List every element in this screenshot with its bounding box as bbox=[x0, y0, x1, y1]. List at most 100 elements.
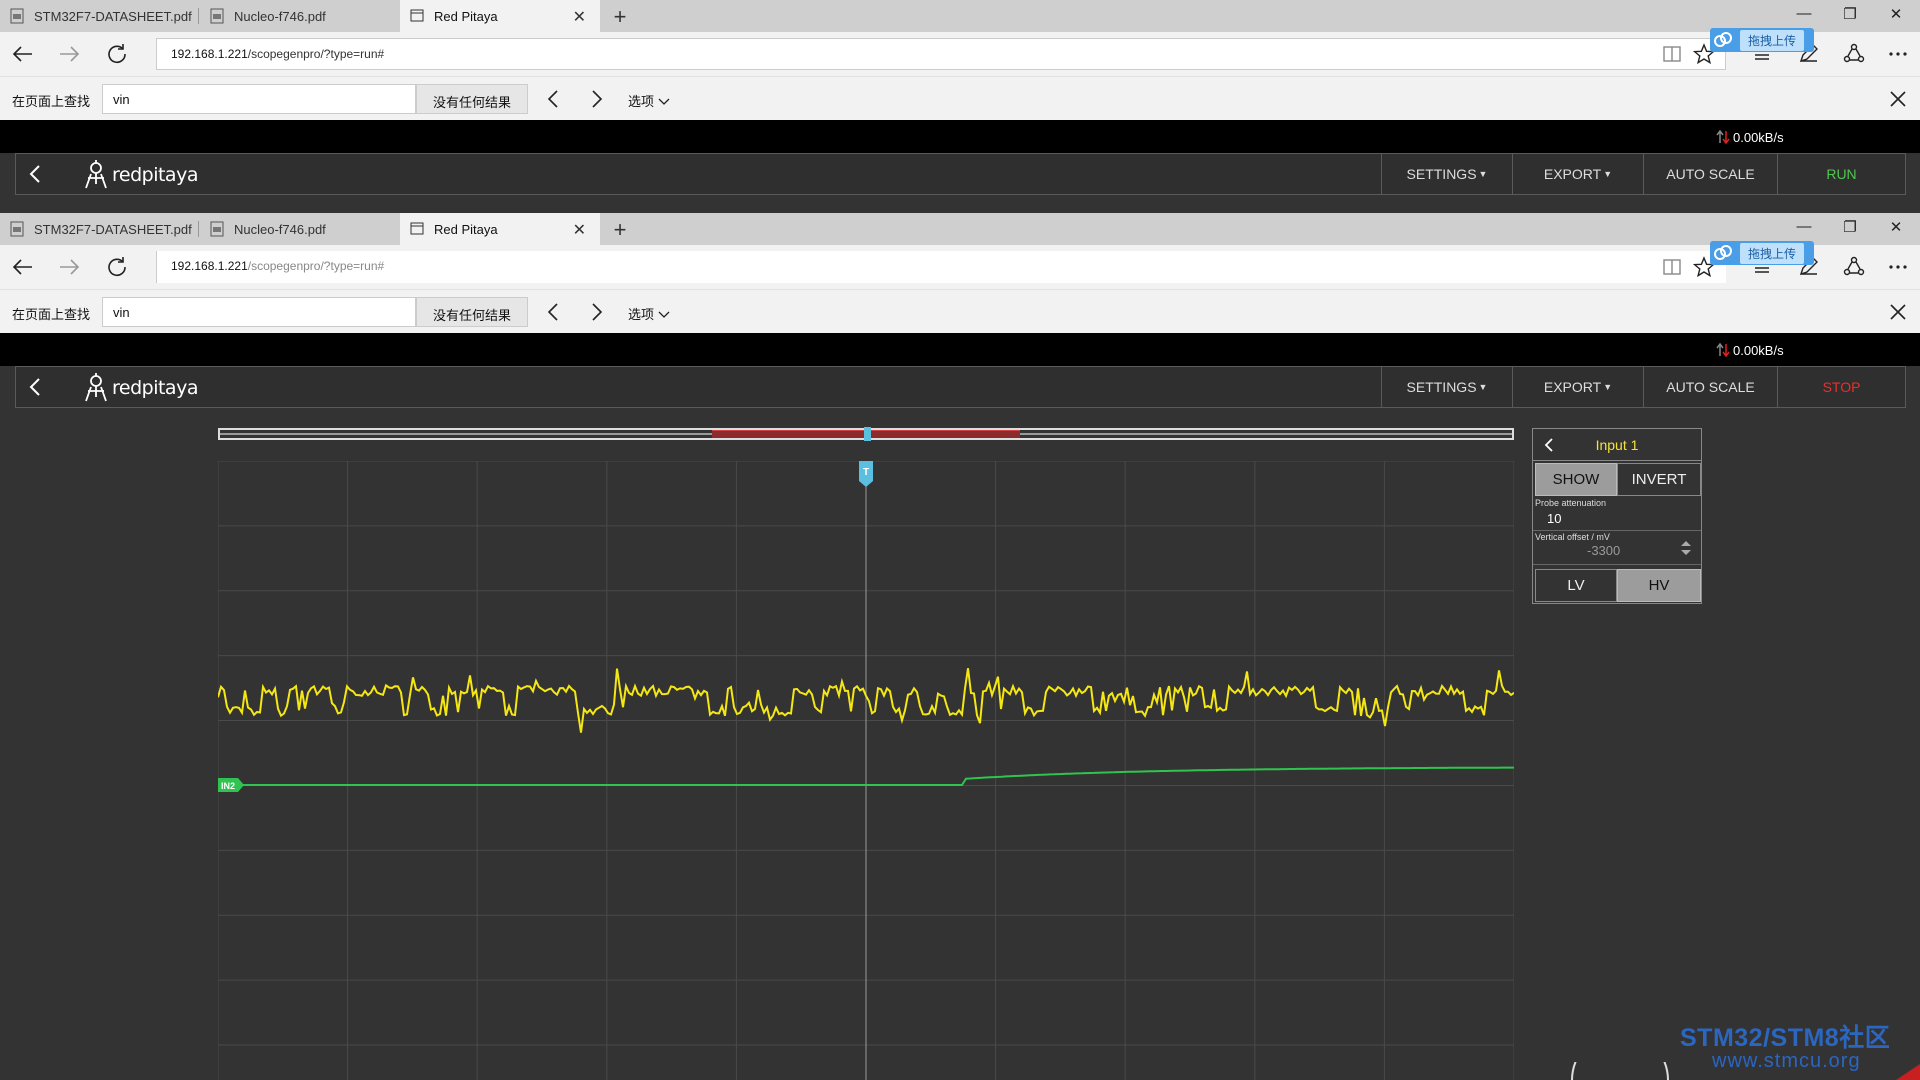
share-button[interactable] bbox=[1842, 42, 1866, 66]
caret-down-icon: ▼ bbox=[1603, 382, 1613, 392]
tab-stm32f7-datasheet[interactable]: STM32F7-DATASHEET.pdf bbox=[0, 213, 198, 245]
vertical-offset-label: Vertical offset / mV bbox=[1535, 532, 1610, 542]
arrow-left-icon bbox=[12, 46, 32, 62]
reading-view-button[interactable] bbox=[1660, 42, 1684, 66]
chevron-right-icon bbox=[592, 90, 603, 108]
vertical-offset-field[interactable]: Vertical offset / mV -3300 bbox=[1533, 531, 1701, 565]
tab-red-pitaya[interactable]: Red Pitaya ✕ bbox=[400, 0, 600, 32]
settings-menu[interactable]: SETTINGS ▼ bbox=[1381, 154, 1512, 194]
find-input[interactable]: vin bbox=[102, 84, 416, 114]
refresh-icon bbox=[108, 257, 126, 277]
close-window-icon[interactable]: ✕ bbox=[1886, 5, 1906, 23]
trigger-marker[interactable]: T bbox=[859, 461, 873, 487]
pdf-icon bbox=[210, 221, 224, 237]
transfer-speed: 0.00kB/s bbox=[1716, 342, 1784, 358]
close-find-icon[interactable] bbox=[1886, 87, 1910, 111]
find-options-button[interactable]: 选项 bbox=[628, 304, 670, 323]
more-button[interactable] bbox=[1886, 255, 1910, 279]
minimize-icon[interactable]: — bbox=[1794, 218, 1814, 235]
share-button[interactable] bbox=[1842, 255, 1866, 279]
close-tab-icon[interactable]: ✕ bbox=[573, 7, 586, 27]
find-next-button[interactable] bbox=[586, 300, 608, 324]
settings-menu[interactable]: SETTINGS ▼ bbox=[1381, 367, 1512, 407]
transfer-arrows-icon bbox=[1716, 129, 1730, 145]
stop-button[interactable]: STOP bbox=[1777, 367, 1905, 407]
scope-plot[interactable]: T IN2 bbox=[218, 461, 1514, 1080]
address-bar: 192.168.1.221/scopegenpro/?type=run# 拖拽上… bbox=[0, 241, 1920, 289]
reading-view-button[interactable] bbox=[1660, 255, 1684, 279]
status-strip: 0.00kB/s bbox=[0, 120, 1920, 153]
trigger-position-handle[interactable] bbox=[864, 427, 871, 441]
autoscale-button[interactable]: AUTO SCALE bbox=[1643, 154, 1777, 194]
chevron-left-icon[interactable] bbox=[24, 162, 48, 186]
tab-nucleo-f746[interactable]: Nucleo-f746.pdf bbox=[200, 0, 398, 32]
find-previous-button[interactable] bbox=[542, 300, 564, 324]
chevron-down-icon bbox=[658, 98, 670, 105]
export-menu[interactable]: EXPORT ▼ bbox=[1512, 367, 1643, 407]
tab-stm32f7-datasheet[interactable]: STM32F7-DATASHEET.pdf bbox=[0, 0, 198, 32]
restore-icon[interactable]: ❐ bbox=[1840, 5, 1860, 23]
autoscale-button[interactable]: AUTO SCALE bbox=[1643, 367, 1777, 407]
back-button[interactable] bbox=[10, 255, 36, 279]
address-bar: 192.168.1.221/scopegenpro/?type=run# 拖拽上… bbox=[0, 28, 1920, 76]
probe-attenuation-value: 10 bbox=[1547, 511, 1562, 526]
minimize-icon[interactable]: — bbox=[1794, 5, 1814, 22]
more-button[interactable] bbox=[1886, 42, 1910, 66]
tab-bar: STM32F7-DATASHEET.pdf Nucleo-f746.pdf Re… bbox=[0, 0, 1920, 32]
share-icon bbox=[1843, 43, 1865, 63]
book-icon bbox=[1663, 46, 1681, 62]
forward-button[interactable] bbox=[56, 42, 82, 66]
transfer-speed: 0.00kB/s bbox=[1716, 129, 1784, 145]
find-input[interactable]: vin bbox=[102, 297, 416, 327]
partial-circle-icon bbox=[1571, 1062, 1669, 1080]
invert-button[interactable]: INVERT bbox=[1617, 463, 1701, 496]
tab-separator bbox=[198, 8, 199, 24]
pitaya-logo-icon bbox=[85, 373, 107, 402]
find-next-button[interactable] bbox=[586, 87, 608, 111]
run-button[interactable]: RUN bbox=[1777, 154, 1905, 194]
channel-panel-header: Input 1 bbox=[1533, 429, 1701, 461]
chevron-left-icon[interactable] bbox=[24, 375, 48, 399]
new-tab-button[interactable]: + bbox=[608, 4, 632, 30]
upload-badge[interactable]: 拖拽上传 bbox=[1710, 241, 1814, 265]
refresh-icon bbox=[108, 44, 126, 64]
watermark-line1: STM32/STM8社区 bbox=[1680, 1024, 1891, 1052]
upload-badge[interactable]: 拖拽上传 bbox=[1710, 28, 1814, 52]
forward-button[interactable] bbox=[56, 255, 82, 279]
probe-attenuation-label: Probe attenuation bbox=[1535, 498, 1607, 508]
channel-title: Input 1 bbox=[1595, 437, 1639, 453]
refresh-button[interactable] bbox=[104, 255, 130, 279]
hv-button[interactable]: HV bbox=[1617, 569, 1701, 602]
export-menu[interactable]: EXPORT ▼ bbox=[1512, 154, 1643, 194]
tab-red-pitaya[interactable]: Red Pitaya ✕ bbox=[400, 213, 600, 245]
new-tab-button[interactable]: + bbox=[608, 217, 632, 243]
back-button[interactable] bbox=[10, 42, 36, 66]
url-input[interactable]: 192.168.1.221/scopegenpro/?type=run# bbox=[156, 251, 1726, 283]
find-options-button[interactable]: 选项 bbox=[628, 91, 670, 110]
restore-icon[interactable]: ❐ bbox=[1840, 218, 1860, 236]
in2-marker[interactable]: IN2 bbox=[218, 778, 244, 792]
close-tab-icon[interactable]: ✕ bbox=[573, 220, 586, 240]
url-input[interactable]: 192.168.1.221/scopegenpro/?type=run# bbox=[156, 38, 1726, 70]
browser-window-top: STM32F7-DATASHEET.pdf Nucleo-f746.pdf Re… bbox=[0, 0, 1920, 213]
time-overview-bar[interactable] bbox=[218, 427, 1514, 441]
page-icon bbox=[410, 9, 424, 22]
trigger-marker-label: T bbox=[863, 467, 869, 478]
find-previous-button[interactable] bbox=[542, 87, 564, 111]
close-window-icon[interactable]: ✕ bbox=[1886, 218, 1906, 236]
find-result: 没有任何结果 bbox=[416, 84, 528, 114]
refresh-button[interactable] bbox=[104, 42, 130, 66]
find-bar: 在页面上查找 vin 没有任何结果 选项 bbox=[0, 289, 1920, 333]
cloud-icon bbox=[1714, 245, 1732, 260]
share-icon bbox=[1843, 256, 1865, 276]
probe-attenuation-select[interactable]: Probe attenuation 10 bbox=[1533, 497, 1701, 531]
tab-separator bbox=[198, 221, 199, 237]
app-toolbar: redpitaya SETTINGS ▼ EXPORT ▼ AUTO SCALE S… bbox=[15, 366, 1906, 408]
status-strip: 0.00kB/s bbox=[0, 333, 1920, 366]
close-find-icon[interactable] bbox=[1886, 300, 1910, 324]
stepper-arrows-icon[interactable] bbox=[1679, 539, 1693, 557]
lv-button[interactable]: LV bbox=[1535, 569, 1617, 602]
show-button[interactable]: SHOW bbox=[1535, 463, 1617, 496]
redpitaya-logo: redpitaya bbox=[82, 158, 198, 192]
tab-nucleo-f746[interactable]: Nucleo-f746.pdf bbox=[200, 213, 398, 245]
